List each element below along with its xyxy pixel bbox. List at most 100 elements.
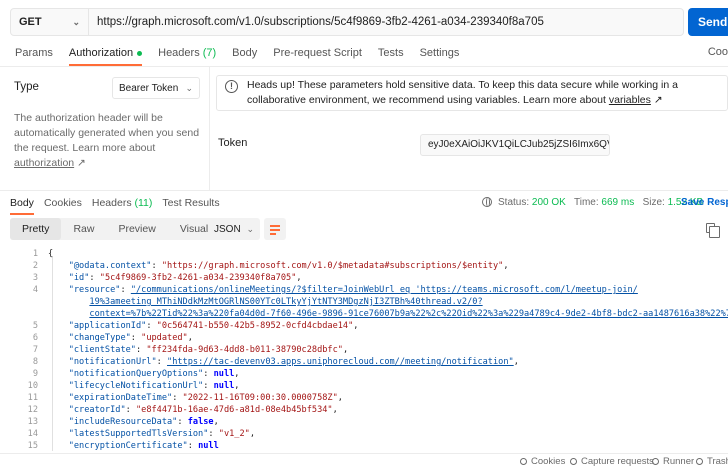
info-icon: !: [225, 80, 238, 93]
code-line: "clientState": "ff234fda-9d63-4dd8-b011-…: [68, 345, 349, 355]
footer-cookies[interactable]: Cookies: [520, 456, 565, 467]
footer-trash[interactable]: Trash: [696, 456, 728, 467]
code-line: "lifecycleNotificationUrl": null,: [68, 381, 240, 391]
view-raw[interactable]: Raw: [61, 218, 106, 240]
json-link[interactable]: "https://tac-devenv03.apps.uniphorecloud…: [167, 357, 514, 367]
tab-response-cookies[interactable]: Cookies: [44, 191, 82, 215]
footer-trash-label: Trash: [707, 456, 728, 467]
json-key: "id": [68, 273, 90, 283]
code-line: "changeType": "updated",: [68, 333, 193, 343]
line-number: 1: [32, 249, 38, 259]
line-number: 3: [32, 273, 38, 283]
json-string: "ff234fda-9d63-4dd8-b011-38790c28dbfc": [146, 345, 343, 355]
tab-tests[interactable]: Tests: [378, 40, 404, 66]
tab-authorization[interactable]: Authorization: [68, 40, 143, 66]
type-label: Type: [14, 81, 39, 93]
footer-runner[interactable]: Runner: [652, 456, 694, 467]
authorization-panel: Type Bearer Token ⌄ The authorization he…: [0, 66, 728, 191]
footer-runner-label: Runner: [663, 456, 695, 467]
tab-authorization-label: Authorization: [68, 47, 134, 59]
copy-icon[interactable]: [706, 223, 720, 238]
variables-link[interactable]: variables: [609, 94, 651, 106]
json-null: null: [213, 381, 235, 391]
external-link-icon: ↗: [77, 157, 86, 169]
runner-icon: [652, 458, 659, 465]
chevron-down-icon: ⌄: [185, 82, 193, 93]
json-key: "expirationDateTime": [68, 393, 173, 403]
format-value: JSON: [214, 223, 241, 235]
method-select[interactable]: GET ⌄: [11, 9, 89, 35]
footer-capture-label: Capture requests: [581, 456, 654, 467]
view-pretty[interactable]: Pretty: [10, 218, 62, 240]
code-line: "notificationUrl": "https://tac-devenv03…: [68, 357, 519, 367]
authorization-link[interactable]: authorization: [14, 157, 74, 169]
json-string: "2022-11-16T09:00:30.0000758Z": [182, 393, 338, 403]
size-label: Size:: [642, 197, 665, 208]
tab-pre-request-script[interactable]: Pre-request Script: [273, 40, 362, 66]
code-line: "encryptionCertificate": null: [68, 441, 219, 451]
json-link[interactable]: context=%7b%22Tid%22%3a%220fa04d0d-7f60-…: [89, 309, 728, 319]
tab-headers-label: Headers: [158, 47, 200, 59]
time-value[interactable]: 669 ms: [601, 197, 634, 208]
status-value[interactable]: 200 OK: [532, 197, 566, 208]
line-number: 6: [32, 333, 38, 343]
sensitive-data-warning: ! Heads up! These parameters hold sensit…: [216, 75, 728, 111]
view-mode-toggle: Pretty Raw Preview Visualize: [10, 218, 234, 240]
json-key: "changeType": [68, 333, 131, 343]
save-response-button[interactable]: Save Respo: [681, 197, 728, 208]
tab-response-headers-count: (11): [134, 196, 153, 209]
line-number: 4: [32, 285, 38, 295]
json-key: "encryptionCertificate": [68, 441, 188, 451]
wrap-lines-icon: [270, 225, 280, 227]
tab-params[interactable]: Params: [15, 40, 53, 66]
line-number: 11: [27, 393, 38, 403]
code-line: context=%7b%22Tid%22%3a%220fa04d0d-7f60-…: [48, 309, 728, 319]
status-bar: Cookies Capture requests Runner Trash: [0, 453, 728, 467]
tab-test-results[interactable]: Test Results: [162, 191, 219, 215]
tab-response-body[interactable]: Body: [10, 191, 34, 215]
view-preview[interactable]: Preview: [106, 218, 167, 240]
globe-icon: [482, 197, 492, 207]
wrap-lines-icon-bar: [270, 229, 280, 231]
json-string: "updated": [141, 333, 188, 343]
footer-capture-requests[interactable]: Capture requests: [570, 456, 654, 467]
auth-type-value: Bearer Token: [119, 82, 179, 94]
code-line: "id": "5c4f9869-3fb2-4261-a034-239340f8a…: [68, 273, 302, 283]
format-select[interactable]: JSON ⌄: [208, 218, 260, 240]
tab-headers[interactable]: Headers (7): [158, 40, 216, 66]
token-input[interactable]: eyJ0eXAiOiJKV1QiLCJub25jZSI6Imx6QVl1S: [420, 134, 610, 156]
response-body-code: 1 { 2 "@odata.context": "https://graph.m…: [0, 246, 728, 451]
tab-headers-count: (7): [202, 47, 217, 59]
tab-response-headers[interactable]: Headers (11): [92, 191, 153, 215]
auth-description: The authorization header will be automat…: [14, 111, 202, 171]
json-key: "creatorId": [68, 405, 126, 415]
wrap-lines-button[interactable]: [264, 218, 286, 240]
tab-body[interactable]: Body: [232, 40, 257, 66]
trash-icon: [696, 458, 703, 465]
code-line: "latestSupportedTlsVersion": "v1_2",: [68, 429, 255, 439]
chevron-down-icon: ⌄: [246, 223, 254, 234]
active-dot-icon: [137, 50, 143, 56]
auth-type-select[interactable]: Bearer Token ⌄: [112, 77, 200, 99]
json-link[interactable]: 19%3ameeting_MThiNDdkMzMtOGRlNS00YTc0LTk…: [89, 297, 482, 307]
time-label: Time:: [574, 197, 599, 208]
json-boolean: false: [187, 417, 214, 427]
line-number: 9: [32, 369, 38, 379]
chevron-down-icon: ⌄: [72, 16, 80, 27]
json-key: "notificationQueryOptions": [68, 369, 204, 379]
json-string: "https://graph.microsoft.com/v1.0/$metad…: [161, 261, 504, 271]
send-button[interactable]: Send: [688, 8, 728, 36]
line-number: 14: [27, 429, 38, 439]
line-number: 13: [27, 417, 38, 427]
url-input[interactable]: https://graph.microsoft.com/v1.0/subscri…: [89, 16, 544, 28]
tab-settings[interactable]: Settings: [420, 40, 460, 66]
line-number: 15: [27, 441, 38, 451]
method-value: GET: [19, 16, 42, 28]
cookies-link[interactable]: Coo: [708, 46, 728, 58]
external-link-icon: ↗: [653, 94, 663, 106]
json-link[interactable]: "/communications/onlineMeetings/?$filter…: [131, 285, 638, 295]
code-line: "creatorId": "e8f4471b-16ae-47d6-a81d-08…: [68, 405, 338, 415]
line-number: 8: [32, 357, 38, 367]
tab-response-headers-label: Headers: [91, 196, 132, 209]
json-key: "@odata.context": [68, 261, 152, 271]
